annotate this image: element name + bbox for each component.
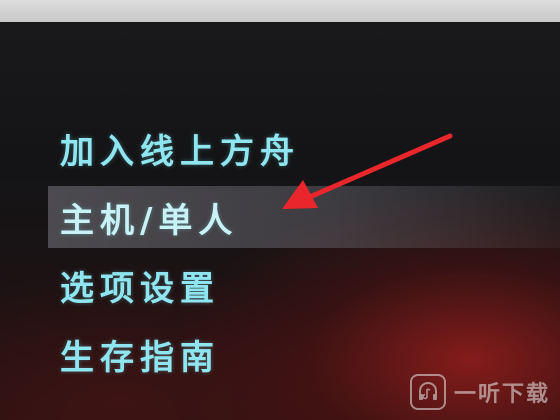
watermark-text: 一听下载 <box>453 382 550 407</box>
menu-item-label: 加入线上方舟 <box>60 131 300 172</box>
menu-item-host-single-player[interactable]: 主机/单人 <box>48 186 560 248</box>
menu-item-join-online-ark[interactable]: 加入线上方舟 <box>48 117 560 179</box>
game-main-menu-screen: 加入线上方舟 主机/单人 选项设置 生存指南 一听下载 <box>0 0 560 420</box>
window-top-bar <box>0 0 560 22</box>
menu-item-options-settings[interactable]: 选项设置 <box>48 254 560 316</box>
menu-item-label: 生存指南 <box>60 337 220 378</box>
site-watermark: 一听下载 <box>409 370 550 414</box>
menu-item-label: 主机/单人 <box>60 200 239 241</box>
headphone-music-logo-icon <box>409 374 446 410</box>
menu-item-label: 选项设置 <box>60 268 220 309</box>
